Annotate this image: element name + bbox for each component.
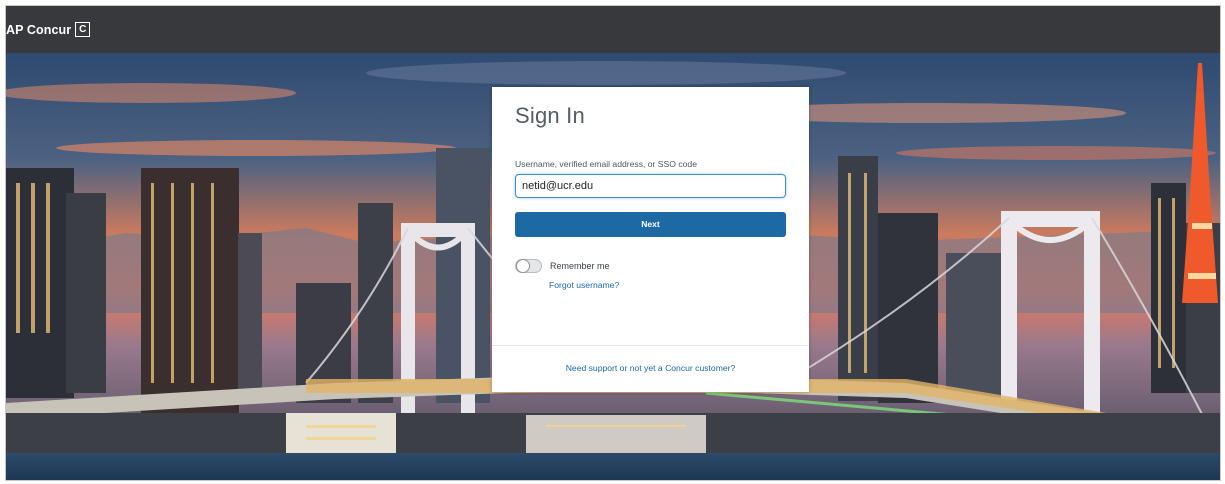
card-divider [492, 345, 809, 346]
app-frame: AP Concur C Sign In Username, verified e… [5, 5, 1221, 481]
remember-me-label: Remember me [550, 261, 610, 271]
username-input[interactable] [515, 174, 786, 198]
signin-title: Sign In [515, 103, 585, 128]
toggle-knob [516, 259, 530, 273]
concur-logo-icon: C [75, 22, 91, 37]
support-link[interactable]: Need support or not yet a Concur custome… [492, 363, 809, 373]
brand-logo: AP Concur C [6, 22, 91, 37]
forgot-username-link[interactable]: Forgot username? [549, 280, 619, 290]
next-button[interactable]: Next [515, 212, 786, 237]
signin-card: Sign In Username, verified email address… [492, 87, 809, 392]
remember-me-toggle[interactable] [515, 259, 542, 273]
brand-text: AP Concur [6, 22, 72, 37]
username-field-label: Username, verified email address, or SSO… [515, 159, 697, 169]
remember-me-row: Remember me [515, 259, 610, 273]
top-bar: AP Concur C [6, 6, 1220, 53]
